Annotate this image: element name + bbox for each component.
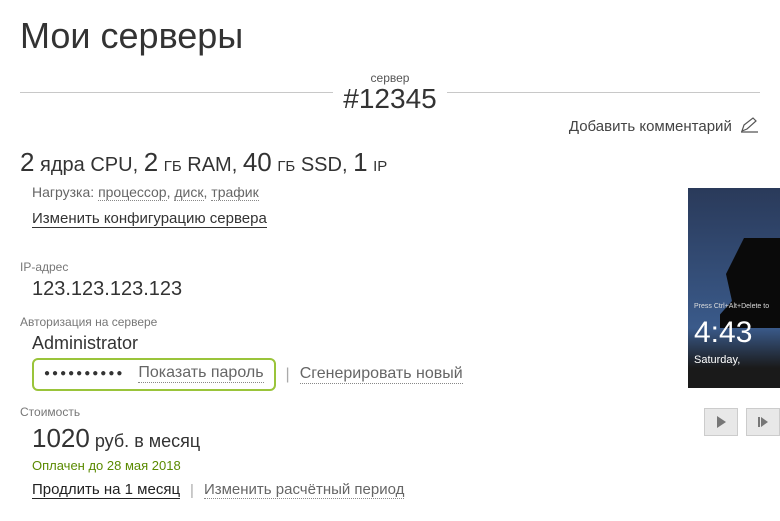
ip-section-label: IP-адрес	[20, 260, 760, 274]
ssd-count: 40	[243, 147, 272, 177]
ram-unit: ГБ	[164, 158, 182, 175]
password-masked: ●●●●●●●●●●	[44, 368, 124, 379]
server-id-block: сервер #12345	[333, 71, 446, 113]
price-period: в месяц	[134, 431, 200, 451]
cpu-count: 2	[20, 147, 34, 177]
load-disk-link[interactable]: диск	[174, 184, 203, 201]
server-header-row: сервер #12345	[0, 71, 780, 113]
paid-until: Оплачен до 28 мая 2018	[32, 458, 760, 473]
ssd-unit: ГБ	[277, 158, 295, 175]
cost-section-label: Стоимость	[20, 405, 760, 419]
ip-value: 123.123.123.123	[32, 278, 760, 301]
ip-label: IP	[373, 158, 387, 175]
extend-month-link[interactable]: Продлить на 1 месяц	[32, 481, 180, 499]
change-config-link[interactable]: Изменить конфигурацию сервера	[32, 210, 267, 228]
separator: |	[190, 482, 194, 499]
load-traffic-link[interactable]: трафик	[211, 184, 258, 201]
lock-hint: Press Ctrl+Alt+Delete to	[694, 303, 769, 310]
ram-count: 2	[144, 147, 158, 177]
cpu-label: ядра CPU	[40, 154, 133, 176]
server-number: #12345	[343, 85, 436, 113]
lock-clock: 4:43	[694, 316, 752, 350]
auth-username: Administrator	[32, 333, 760, 354]
skip-icon	[758, 417, 768, 427]
server-screenshot-thumbnail[interactable]: Press Ctrl+Alt+Delete to 4:43 Saturday,	[688, 188, 780, 388]
load-label: Нагрузка:	[32, 184, 94, 200]
generate-password-link[interactable]: Сгенерировать новый	[300, 365, 463, 384]
skip-button[interactable]	[746, 408, 780, 436]
ssd-label: SSD	[301, 154, 342, 176]
pencil-icon[interactable]	[740, 117, 760, 137]
divider-left	[20, 92, 333, 93]
separator: |	[286, 366, 290, 384]
ram-label: RAM	[187, 154, 231, 176]
change-billing-link[interactable]: Изменить расчётный период	[204, 481, 404, 499]
page-title: Мои серверы	[0, 0, 780, 65]
ip-count: 1	[353, 147, 367, 177]
lock-date: Saturday,	[694, 354, 740, 366]
cost-line: 1020 руб. в месяц	[32, 423, 760, 454]
add-comment-link[interactable]: Добавить комментарий	[569, 118, 732, 135]
load-cpu-link[interactable]: процессор	[98, 184, 167, 201]
price-currency: руб.	[95, 431, 129, 451]
spec-line: 2 ядра CPU, 2 ГБ RAM, 40 ГБ SSD, 1 IP	[20, 147, 760, 178]
divider-right	[447, 92, 760, 93]
auth-section-label: Авторизация на сервере	[20, 315, 760, 329]
show-password-link[interactable]: Показать пароль	[138, 364, 263, 383]
media-controls	[704, 408, 780, 436]
price-value: 1020	[32, 423, 90, 453]
password-highlight-box: ●●●●●●●●●● Показать пароль	[32, 358, 276, 391]
play-button[interactable]	[704, 408, 738, 436]
load-line: Нагрузка: процессор, диск, трафик	[20, 184, 760, 200]
play-icon	[717, 416, 726, 428]
